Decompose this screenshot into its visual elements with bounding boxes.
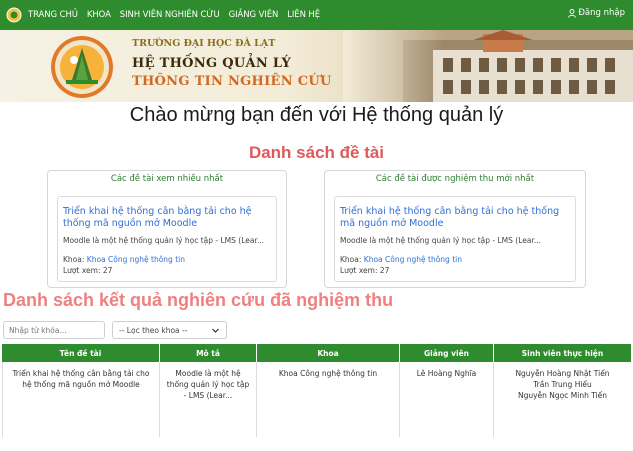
results-section-title: Danh sách kết quả nghiên cứu đã nghiệm t…: [3, 290, 394, 310]
latest-accepted-card: Các đề tài được nghiệm thu mới nhất Triể…: [324, 170, 586, 288]
nav-item-department[interactable]: KHOA: [87, 10, 111, 20]
topic-department: Khoa: Khoa Công nghệ thông tin: [63, 255, 268, 264]
column-header-title: Tên đề tài: [2, 344, 160, 362]
university-logo: [51, 36, 113, 98]
university-name: TRƯỜNG ĐẠI HỌC ĐÀ LẠT: [132, 38, 276, 49]
system-title-line2: THÔNG TIN NGHIÊN CỨU: [132, 74, 332, 89]
topic-title-link[interactable]: Triển khai hệ thống cân bằng tải cho hệ …: [340, 206, 567, 230]
student-name: Nguyễn Hoàng Nhật Tiến: [515, 369, 610, 378]
column-header-department: Khoa: [257, 344, 400, 362]
cell-description: Moodle là một hệ thống quản lý học tập -…: [160, 362, 257, 437]
keyword-search-input[interactable]: [3, 321, 105, 339]
table-row[interactable]: Triển khai hệ thống cân bằng tải cho hệ …: [2, 362, 631, 437]
cell-title: Triển khai hệ thống cân bằng tải cho hệ …: [2, 362, 160, 437]
department-link[interactable]: Khoa Công nghệ thông tin: [87, 255, 185, 264]
table-header: Tên đề tài Mô tả Khoa Giảng viên Sinh vi…: [2, 344, 631, 362]
topic-description: Moodle là một hệ thống quản lý học tập -…: [63, 236, 265, 245]
department-link[interactable]: Khoa Công nghệ thông tin: [364, 255, 462, 264]
topic-description: Moodle là một hệ thống quản lý học tập -…: [340, 236, 542, 245]
header-banner: TRƯỜNG ĐẠI HỌC ĐÀ LẠT HỆ THỐNG QUẢN LÝ T…: [0, 30, 633, 102]
system-title-line1: HỆ THỐNG QUẢN LÝ: [132, 56, 292, 71]
chevron-down-icon: [212, 328, 219, 333]
cell-department: Khoa Công nghệ thông tin: [257, 362, 400, 437]
results-table: Tên đề tài Mô tả Khoa Giảng viên Sinh vi…: [2, 344, 631, 437]
user-icon: [568, 8, 577, 18]
column-header-lecturer: Giảng viên: [400, 344, 494, 362]
login-label: Đăng nhập: [578, 8, 625, 18]
most-viewed-heading: Các đề tài xem nhiều nhất: [110, 174, 224, 184]
column-header-students: Sinh viên thực hiện: [521, 348, 604, 358]
top-navbar: TRANG CHỦ KHOA SINH VIÊN NGHIÊN CỨU GIẢN…: [0, 0, 633, 30]
nav-item-home[interactable]: TRANG CHỦ: [28, 10, 78, 20]
department-filter-value: -- Lọc theo khoa --: [119, 325, 188, 335]
topic-item: Triển khai hệ thống cân bằng tải cho hệ …: [334, 196, 576, 282]
nav-item-lecturer[interactable]: GIẢNG VIÊN: [229, 10, 279, 20]
column-header-description: Mô tả: [160, 344, 257, 362]
topic-item: Triển khai hệ thống cân bằng tải cho hệ …: [57, 196, 277, 282]
department-label: Khoa:: [63, 255, 85, 264]
topic-view-count: Lượt xem: 27: [340, 266, 390, 275]
most-viewed-card: Các đề tài xem nhiều nhất Triển khai hệ …: [47, 170, 287, 288]
department-filter-select[interactable]: -- Lọc theo khoa --: [112, 321, 227, 339]
home-logo-icon[interactable]: [6, 7, 22, 23]
nav-item-contact[interactable]: LIÊN HỆ: [287, 10, 320, 20]
campus-building-image: [343, 30, 633, 102]
student-name: Nguyễn Ngọc Minh Tiến: [517, 391, 608, 400]
nav-item-student-research[interactable]: SINH VIÊN NGHIÊN CỨU: [120, 10, 220, 20]
topic-view-count: Lượt xem: 27: [63, 266, 113, 275]
student-name: Trần Trung Hiếu: [533, 380, 592, 389]
cell-lecturer: Lê Hoàng Nghĩa: [400, 362, 494, 437]
welcome-heading: Chào mừng bạn đến với Hệ thống quản lý: [129, 104, 504, 126]
department-label: Khoa:: [340, 255, 362, 264]
topics-section-title: Danh sách đề tài: [248, 143, 385, 162]
login-link[interactable]: Đăng nhập: [568, 8, 625, 18]
topic-title-link[interactable]: Triển khai hệ thống cân bằng tải cho hệ …: [63, 206, 268, 230]
topic-department: Khoa: Khoa Công nghệ thông tin: [340, 255, 567, 264]
latest-accepted-heading: Các đề tài được nghiệm thu mới nhất: [375, 174, 535, 184]
cell-students: Nguyễn Hoàng Nhật Tiến Trần Trung Hiếu N…: [494, 362, 631, 437]
